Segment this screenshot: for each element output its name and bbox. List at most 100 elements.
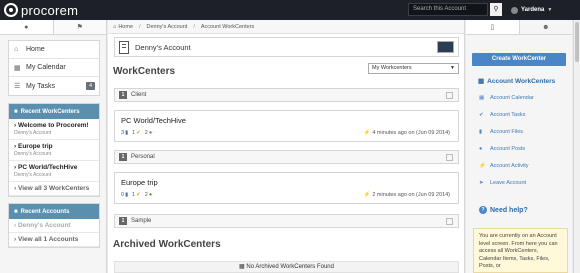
activity-icon: ⚡ (479, 163, 486, 169)
files-count: 3 (121, 130, 125, 136)
right-sidebar: ▯ ☻ Create WorkCenter ▦ Account WorkCent… (466, 20, 572, 273)
lightning-icon: ⚡ (363, 130, 371, 136)
account-files-link[interactable]: ▮ Account Files (479, 129, 523, 135)
group-header-sample[interactable]: 1 Sample (114, 214, 459, 228)
chevron-down-icon: ▼ (547, 7, 553, 13)
page-scrollbar[interactable] (573, 20, 580, 273)
view-all-workcenters-link[interactable]: › View all 3 WorkCenters (9, 182, 99, 196)
group-count: 1 (119, 217, 127, 225)
grid-icon: ▦ (239, 264, 245, 270)
recent-workcenters-title: Recent WorkCenters (20, 108, 80, 115)
folder-icon: ▮ (479, 129, 483, 135)
grid-icon[interactable] (446, 92, 453, 99)
account-tasks-link[interactable]: ✔ Account Tasks (479, 112, 525, 118)
top-navbar: procorem Search this Account ⚲ Yardena ▼ (0, 0, 580, 20)
workcenter-card-time: ⚡ 2 minutes ago on (Jun 09 2014) (363, 192, 450, 198)
breadcrumb-account[interactable]: Denny's Account (147, 24, 188, 30)
workcenter-account: Denny's Account (14, 151, 52, 157)
tab-globe[interactable]: ● (0, 20, 54, 34)
group-name: Client (131, 92, 147, 98)
recent-workcenter-item[interactable]: › Welcome to Procorem! Denny's Account (9, 119, 99, 140)
check-icon: ✔ (136, 192, 141, 198)
recent-workcenters-header: ■ Recent WorkCenters (9, 104, 99, 119)
account-workcenters-heading: ▦ Account WorkCenters (478, 77, 556, 86)
right-sidebar-tabs: ▯ ☻ (466, 20, 572, 35)
scrollbar-thumb[interactable] (575, 22, 579, 62)
document-icon: ▯ (490, 24, 495, 31)
workcenter-card-title: PC World/TechHive (121, 116, 186, 125)
files-count: 0 (121, 192, 125, 198)
file-icon: ▮ (125, 130, 129, 136)
user-name: Yardena (521, 7, 545, 13)
check-icon: ✔ (479, 112, 484, 118)
left-sidebar: ● ⚑ ⌂ Home ▦ My Calendar ☰ My Tasks 4 ■ … (0, 20, 107, 273)
home-icon: ⌂ (113, 23, 117, 30)
avatar (511, 6, 518, 14)
left-sidebar-tabs: ● ⚑ (0, 20, 106, 35)
leave-account-link[interactable]: ➤ Leave Account (479, 180, 526, 186)
account-activity-link[interactable]: ⚡ Account Activity (479, 163, 529, 169)
need-help-heading[interactable]: ? Need help? (479, 206, 528, 214)
help-icon: ? (479, 206, 487, 214)
comment-icon: ● (479, 146, 483, 152)
account-icon: ■ (14, 208, 18, 215)
group-count: 1 (119, 91, 127, 99)
account-search-input[interactable]: Search this Account (408, 3, 488, 16)
tab-document[interactable]: ▯ (466, 20, 520, 34)
comment-icon: ● (148, 192, 153, 198)
logo-text: procorem (21, 2, 79, 18)
main-content: ⌂ Home / Denny's Account / Account WorkC… (108, 20, 465, 273)
nav-home-label: Home (26, 46, 45, 53)
lightning-icon: ⚡ (363, 192, 371, 198)
nav-home[interactable]: ⌂ Home (9, 41, 99, 59)
recent-workcenters-panel: ■ Recent WorkCenters › Welcome to Procor… (8, 103, 100, 197)
workcenter-icon: ■ (14, 108, 18, 115)
workcenter-title: › Europe trip (14, 143, 53, 150)
account-calendar-link[interactable]: ▦ Account Calendar (479, 95, 534, 101)
calendar-icon: ▦ (14, 64, 21, 72)
group-name: Personal (131, 154, 155, 160)
breadcrumb-home[interactable]: Home (118, 24, 133, 30)
view-all-accounts-link[interactable]: › View all 1 Accounts (9, 233, 99, 247)
user-icon: ☻ (542, 23, 550, 31)
leave-icon: ➤ (479, 180, 484, 186)
search-icon: ⚲ (493, 6, 499, 13)
recent-account-item[interactable]: › Denny's Account (9, 219, 99, 233)
user-menu[interactable]: Yardena ▼ (511, 0, 571, 20)
breadcrumb: ⌂ Home / Denny's Account / Account WorkC… (108, 20, 464, 34)
group-name: Sample (131, 218, 152, 224)
chevron-down-icon: ▼ (450, 65, 455, 71)
recent-accounts-panel: ■ Recent Accounts › Denny's Account › Vi… (8, 203, 100, 248)
archived-heading: Archived WorkCenters (113, 239, 221, 250)
grid-icon[interactable] (446, 218, 453, 225)
tab-bookmarks[interactable]: ⚑ (54, 20, 107, 34)
recent-accounts-title: Recent Accounts (20, 208, 70, 215)
account-logo (437, 41, 454, 53)
main-nav: ⌂ Home ▦ My Calendar ☰ My Tasks 4 (8, 40, 100, 96)
nav-my-calendar[interactable]: ▦ My Calendar (9, 59, 99, 77)
procorem-logo[interactable]: procorem (4, 2, 78, 18)
comment-icon: ● (148, 130, 153, 136)
nav-calendar-label: My Calendar (26, 64, 66, 71)
workcenter-card[interactable]: PC World/TechHive 3 ▮ 1 ✔ 2 ● ⚡ 4 minutes… (114, 110, 459, 142)
logo-mark-icon (4, 3, 18, 17)
group-header-personal[interactable]: 1 Personal (114, 150, 459, 164)
help-text-box: You are currently on an Account level sc… (473, 228, 568, 273)
workcenter-title: › PC World/TechHive (14, 164, 78, 171)
workcenter-filter-select[interactable]: My Workcenters ▼ (368, 63, 459, 74)
nav-my-tasks[interactable]: ☰ My Tasks 4 (9, 77, 99, 95)
create-workcenter-button[interactable]: Create WorkCenter (472, 53, 566, 66)
workcenter-account: Denny's Account (14, 130, 52, 136)
posts-count: 2 (144, 130, 148, 136)
recent-workcenter-item[interactable]: › Europe trip Denny's Account (9, 140, 99, 161)
workcenter-card[interactable]: Europe trip 0 ▮ 1 ✔ 2 ● ⚡ 2 minutes ago o… (114, 172, 459, 204)
grid-icon[interactable] (446, 154, 453, 161)
account-posts-link[interactable]: ● Account Posts (479, 146, 525, 152)
building-icon (119, 40, 129, 54)
account-header: Denny's Account (114, 37, 459, 57)
recent-workcenter-item[interactable]: › PC World/TechHive Denny's Account (9, 161, 99, 182)
search-button[interactable]: ⚲ (490, 3, 502, 16)
home-icon: ⌂ (14, 46, 19, 53)
tab-user[interactable]: ☻ (520, 20, 573, 34)
group-header-client[interactable]: 1 Client (114, 88, 459, 102)
